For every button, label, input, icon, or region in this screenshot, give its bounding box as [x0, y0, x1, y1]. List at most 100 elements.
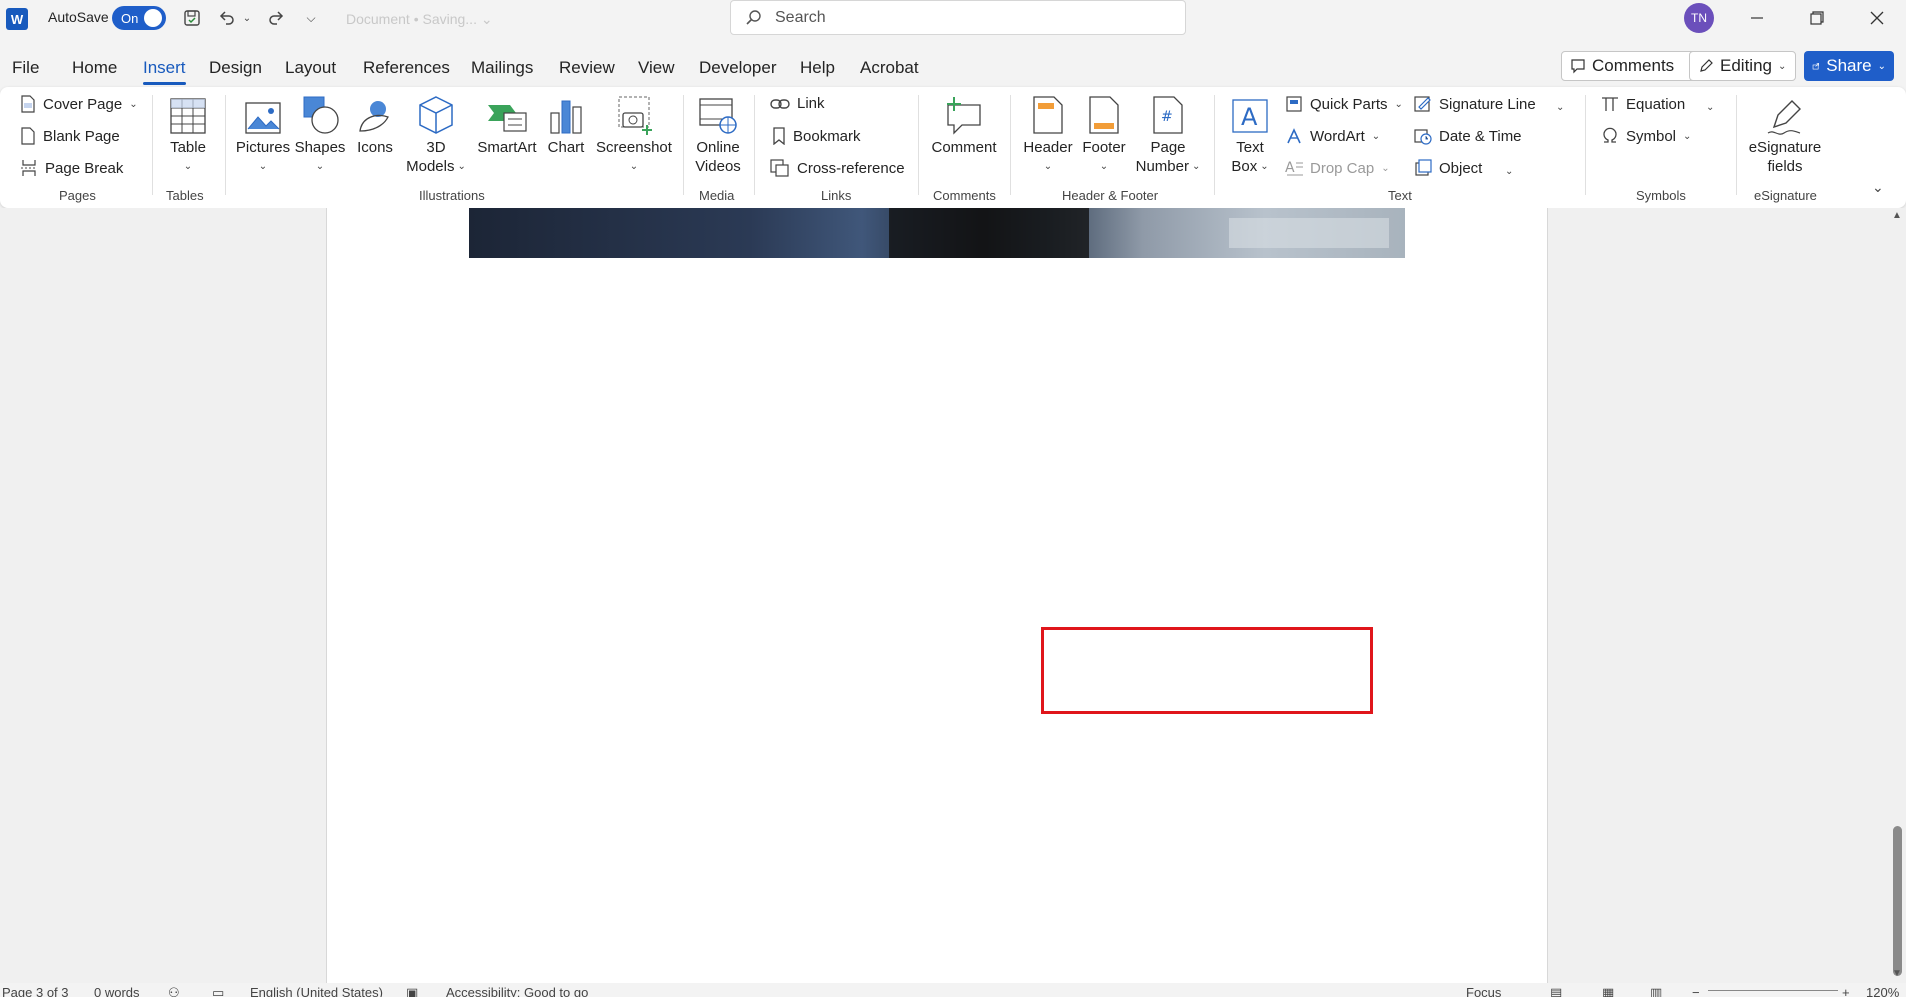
document-image[interactable]	[469, 208, 1405, 258]
chevron-down-icon: ⌄	[1394, 98, 1403, 110]
scrollbar-thumb[interactable]	[1893, 826, 1902, 976]
track-users-icon[interactable]: ⚇	[168, 985, 180, 997]
tab-layout[interactable]: Layout	[285, 58, 336, 78]
chevron-down-icon: ⌄	[457, 161, 466, 172]
chevron-down-icon: ⌄	[258, 161, 268, 172]
esignature-fields-button[interactable]: eSignature fields	[1745, 91, 1825, 176]
comments-button[interactable]: Comments	[1561, 51, 1705, 81]
close-icon[interactable]	[1848, 0, 1906, 36]
new-comment-button[interactable]: Comment	[928, 91, 1000, 157]
symbol-button[interactable]: Symbol ⌄	[1601, 127, 1691, 145]
collapse-ribbon-icon[interactable]: ⌄	[1872, 179, 1884, 196]
book-icon[interactable]: ▭	[212, 985, 224, 997]
vertical-scrollbar[interactable]: ▲ ▼	[1890, 208, 1906, 983]
share-button[interactable]: Share ⌄	[1804, 51, 1894, 81]
avatar[interactable]: TN	[1684, 3, 1714, 33]
online-video-icon	[699, 98, 737, 134]
cover-page-button[interactable]: Cover Page ⌄	[20, 95, 138, 113]
autosave-toggle[interactable]: On	[112, 6, 166, 30]
signature-line-button[interactable]: Signature Line	[1414, 95, 1536, 113]
header-button[interactable]: Header ⌄	[1022, 91, 1074, 176]
tab-home[interactable]: Home	[72, 58, 117, 78]
signature-line-dropdown[interactable]: ⌄	[1556, 97, 1564, 114]
tab-acrobat[interactable]: Acrobat	[860, 58, 919, 78]
word-count[interactable]: 0 words	[94, 985, 140, 997]
macro-icon[interactable]: ▣	[406, 985, 418, 997]
blank-page-button[interactable]: Blank Page	[20, 127, 120, 145]
link-button[interactable]: Link	[770, 95, 825, 112]
zoom-slider[interactable]	[1708, 990, 1838, 991]
customize-toolbar-icon[interactable]: ⌵	[298, 6, 324, 30]
tab-references[interactable]: References	[363, 58, 450, 78]
accessibility-status[interactable]: Accessibility: Good to go	[446, 985, 588, 997]
bookmark-button[interactable]: Bookmark	[772, 127, 861, 145]
3d-models-label-line2: Models	[406, 158, 455, 175]
scroll-down-icon[interactable]: ▼	[1892, 968, 1902, 979]
tab-review[interactable]: Review	[559, 58, 615, 78]
pictures-button[interactable]: Pictures ⌄	[236, 91, 290, 176]
tab-view[interactable]: View	[638, 58, 675, 78]
text-box-button[interactable]: A Text Box ⌄	[1224, 91, 1276, 176]
object-button[interactable]: Object	[1414, 159, 1482, 177]
page-number-button[interactable]: # Page Number ⌄	[1132, 91, 1204, 176]
chevron-down-icon: ⌄	[1683, 130, 1692, 142]
chart-icon	[550, 100, 582, 134]
esignature-fields-label-line1: eSignature	[1748, 139, 1822, 156]
new-comment-icon	[947, 97, 981, 135]
date-time-button[interactable]: Date & Time	[1414, 127, 1522, 145]
shapes-button[interactable]: Shapes ⌄	[294, 91, 346, 176]
chevron-down-icon: ⌄	[1777, 60, 1787, 72]
image-highlight-region	[1229, 218, 1389, 248]
equation-button[interactable]: Equation	[1601, 95, 1685, 113]
focus-mode[interactable]: Focus	[1466, 985, 1501, 997]
search-box[interactable]: Search	[730, 0, 1186, 35]
read-mode-icon[interactable]: ▤	[1550, 985, 1562, 997]
tab-mailings[interactable]: Mailings	[471, 58, 533, 78]
smartart-button[interactable]: SmartArt	[474, 91, 540, 157]
equation-dropdown[interactable]: ⌄	[1706, 97, 1714, 114]
zoom-level[interactable]: 120%	[1866, 985, 1899, 997]
save-icon[interactable]	[179, 6, 205, 30]
page-count[interactable]: Page 3 of 3	[2, 985, 69, 997]
undo-dropdown-icon[interactable]: ⌄	[239, 6, 255, 30]
chart-button[interactable]: Chart	[544, 91, 588, 157]
3d-models-button[interactable]: 3D Models ⌄	[404, 91, 468, 176]
tab-insert[interactable]: Insert	[143, 58, 186, 85]
scroll-up-icon[interactable]: ▲	[1892, 210, 1902, 221]
web-layout-icon[interactable]: ▥	[1650, 985, 1662, 997]
text-box-label-line1: Text	[1236, 139, 1264, 156]
restore-icon[interactable]	[1788, 0, 1846, 36]
drop-cap-button[interactable]: A Drop Cap ⌄	[1285, 159, 1390, 177]
icons-label: Icons	[357, 139, 393, 156]
quick-parts-button[interactable]: Quick Parts ⌄	[1285, 95, 1403, 113]
screenshot-button[interactable]: Screenshot ⌄	[594, 91, 674, 176]
object-dropdown[interactable]: ⌄	[1505, 161, 1513, 178]
zoom-out-icon[interactable]: −	[1692, 985, 1700, 997]
language[interactable]: English (United States)	[250, 985, 383, 997]
table-button[interactable]: Table ⌄	[167, 91, 209, 176]
signature-line-icon	[1414, 96, 1431, 112]
tab-design[interactable]: Design	[209, 58, 262, 78]
bookmark-icon	[773, 127, 785, 145]
redo-icon[interactable]	[263, 6, 289, 30]
svg-text:A: A	[1285, 160, 1295, 176]
online-videos-button[interactable]: Online Videos	[692, 91, 744, 176]
cross-reference-button[interactable]: Cross-reference	[770, 159, 905, 177]
zoom-in-icon[interactable]: +	[1842, 985, 1850, 997]
print-layout-icon[interactable]: ▦	[1602, 985, 1614, 997]
toggle-knob	[144, 9, 162, 27]
minimize-icon[interactable]	[1728, 0, 1786, 36]
tab-file[interactable]: File	[12, 58, 39, 78]
document-page[interactable]	[326, 208, 1548, 983]
text-box-icon: A	[1232, 99, 1268, 133]
document-title: Document • Saving... ⌄	[346, 11, 493, 27]
tab-developer[interactable]: Developer	[699, 58, 777, 78]
footer-button[interactable]: Footer ⌄	[1078, 91, 1130, 176]
tab-help[interactable]: Help	[800, 58, 835, 78]
wordart-button[interactable]: WordArt ⌄	[1285, 127, 1380, 145]
page-break-button[interactable]: Page Break	[20, 159, 123, 177]
editing-mode-button[interactable]: Editing ⌄	[1689, 51, 1796, 81]
undo-icon[interactable]	[214, 6, 240, 30]
pictures-icon	[245, 102, 281, 134]
icons-button[interactable]: Icons	[354, 91, 396, 157]
